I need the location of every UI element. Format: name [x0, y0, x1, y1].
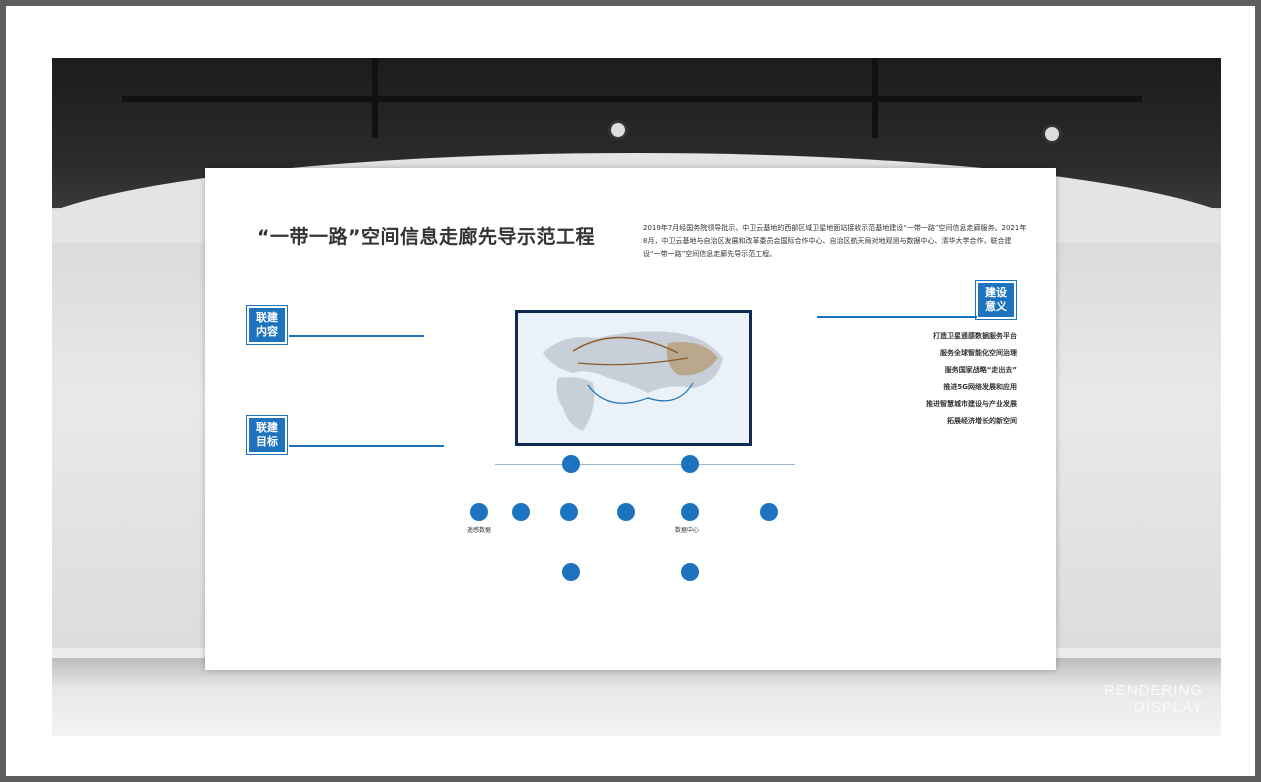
significance-heading: 打造卫星遥感数据服务平台: [933, 332, 1017, 340]
badge-goal: 联建目标: [249, 418, 285, 452]
display-wall: “一带一路”空间信息走廊先导示范工程 2019年7月经国务院领导批示，中卫云基地…: [205, 168, 1056, 670]
remote-sensing-icon: [470, 503, 488, 521]
significance-heading: 服务全球智能化空间治理: [940, 349, 1017, 357]
significance-heading: 推进智慧城市建设与产业发展: [926, 400, 1017, 408]
compute-icon: [681, 455, 699, 473]
security-icon: [562, 563, 580, 581]
render-tag-line-1: RENDERING: [1103, 682, 1203, 699]
map-svg: [543, 331, 723, 431]
fusion-icon: [512, 503, 530, 521]
application-icon: [760, 503, 778, 521]
service-icon: [681, 563, 699, 581]
image-frame: RENDERING DISPLAY “一带一路”空间信息走廊先导示范工程 201…: [6, 6, 1255, 776]
ceiling-track: [122, 96, 1142, 102]
spotlight-icon: [608, 120, 628, 140]
map-canvas: [518, 313, 749, 443]
section-rule: [817, 316, 977, 318]
render-tag-line-2: DISPLAY: [1133, 699, 1203, 716]
rendering-display-label: RENDERING DISPLAY: [1104, 682, 1203, 716]
significance-heading: 推进5G网络发展和应用: [943, 383, 1017, 391]
belt-road-map: [515, 310, 752, 446]
badge-content: 联建内容: [249, 308, 285, 342]
flow-left-label: 遥感数据: [467, 527, 492, 534]
wall-title: “一带一路”空间信息走廊先导示范工程: [257, 226, 595, 248]
ceiling-beam: [372, 58, 378, 138]
badge-significance: 建设意义: [978, 283, 1014, 317]
section-rule: [289, 445, 444, 447]
ceiling-beam: [872, 58, 878, 138]
storage-icon: [562, 455, 580, 473]
data-center-icon: [681, 503, 699, 521]
section-rule: [289, 335, 424, 337]
significance-list: 打造卫星遥感数据服务平台 服务全球智能化空间治理 服务国家战略“走出去” 推进5…: [817, 324, 1017, 426]
significance-heading: 拓展经济增长的新空间: [947, 417, 1017, 425]
spotlight-icon: [1042, 124, 1062, 144]
cloud-icon: [617, 503, 635, 521]
flow-center-label: 数据中心: [675, 527, 700, 534]
wall-intro: 2019年7月经国务院领导批示，中卫云基地的西部区域卫星地面站接收示范基地建设“…: [643, 224, 1027, 258]
significance-heading: 服务国家战略“走出去”: [944, 366, 1017, 374]
satellite-icon: [560, 503, 578, 521]
flow-divider: [495, 464, 795, 465]
